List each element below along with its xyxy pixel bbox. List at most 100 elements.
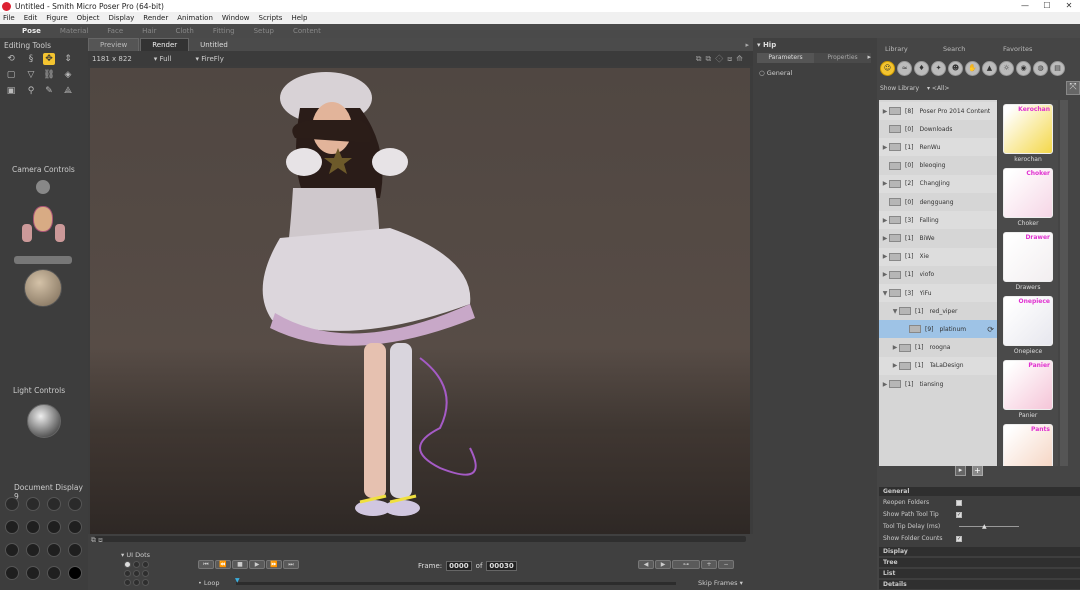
skip-frames-toggle[interactable]: Skip Frames ▾ bbox=[698, 579, 743, 587]
tab-preview[interactable]: Preview bbox=[88, 38, 140, 51]
library-thumbnail[interactable]: Choker bbox=[1003, 168, 1053, 218]
clothing-icon[interactable]: ♦ bbox=[914, 61, 929, 76]
display-style-button[interactable] bbox=[5, 520, 19, 534]
menu-edit[interactable]: Edit bbox=[24, 14, 38, 22]
display-style-button[interactable] bbox=[68, 543, 82, 557]
expand-arrow-icon[interactable]: ▶ bbox=[891, 362, 899, 369]
expand-arrow-icon[interactable]: ▶ bbox=[881, 144, 889, 151]
minimize-button[interactable]: — bbox=[1014, 0, 1036, 12]
folder-row[interactable]: [0] Downloads bbox=[879, 120, 997, 138]
selected-actor[interactable]: ▾ Hip bbox=[757, 41, 776, 49]
folder-row[interactable]: ▶ [1] roogna bbox=[879, 339, 997, 357]
expand-arrow-icon[interactable]: ▼ bbox=[881, 290, 889, 297]
figures-icon[interactable]: ☺ bbox=[880, 61, 895, 76]
morphing-tool-icon[interactable]: ✎ bbox=[43, 85, 55, 97]
expand-arrow-icon[interactable]: ▶ bbox=[881, 235, 889, 242]
close-button[interactable]: ✕ bbox=[1058, 0, 1080, 12]
slider-thumb-icon[interactable]: ▲ bbox=[982, 523, 987, 530]
folder-row[interactable]: ▶ [1] BiWe bbox=[879, 229, 997, 247]
ui-dots-toggle[interactable]: ▾ UI Dots bbox=[121, 551, 150, 559]
parameter-group-general[interactable]: ○ General bbox=[759, 69, 792, 77]
refresh-icon[interactable]: ⟳ bbox=[987, 325, 994, 334]
face-camera-icon[interactable] bbox=[33, 206, 53, 232]
menu-file[interactable]: File bbox=[3, 14, 15, 22]
expressions-icon[interactable]: ☻ bbox=[948, 61, 963, 76]
folder-nav-button[interactable]: ▸ bbox=[955, 465, 966, 476]
expand-arrow-icon[interactable]: ▶ bbox=[881, 381, 889, 388]
twist-tool-icon[interactable]: § bbox=[25, 53, 37, 65]
thumbnails-scrollbar[interactable] bbox=[1060, 100, 1068, 466]
preference-checkbox[interactable]: ✓ bbox=[956, 512, 962, 518]
view-magnifier-tool-icon[interactable]: ⚲ bbox=[25, 85, 37, 97]
display-style-button[interactable] bbox=[68, 520, 82, 534]
library-thumbnail[interactable]: Pants bbox=[1003, 424, 1053, 466]
library-pane-toggle-button[interactable]: ⤧ bbox=[1066, 81, 1080, 95]
folder-row[interactable]: [0] dengguang bbox=[879, 193, 997, 211]
right-hand-camera-icon[interactable] bbox=[55, 224, 65, 242]
menu-figure[interactable]: Figure bbox=[46, 14, 67, 22]
folder-row[interactable]: [0] bleoqing bbox=[879, 157, 997, 175]
ui-dot[interactable] bbox=[133, 561, 140, 568]
room-tab-hair[interactable]: Hair bbox=[142, 27, 156, 35]
camera-move-xz-icon[interactable] bbox=[14, 256, 72, 264]
display-style-button[interactable] bbox=[68, 497, 82, 511]
chain-break-tool-icon[interactable]: ⛓ bbox=[43, 69, 55, 81]
room-tab-material[interactable]: Material bbox=[60, 27, 88, 35]
materials-icon[interactable]: ◍ bbox=[1033, 61, 1048, 76]
display-section-header[interactable]: Display bbox=[879, 547, 1080, 556]
add-to-library-button[interactable]: + bbox=[972, 465, 983, 476]
expand-arrow-icon[interactable]: ▶ bbox=[891, 344, 899, 351]
tree-section-header[interactable]: Tree bbox=[879, 558, 1080, 567]
expand-arrow-icon[interactable]: ▶ bbox=[881, 217, 889, 224]
folder-row[interactable]: ▶ [2] ChangJing bbox=[879, 174, 997, 193]
library-thumbnail[interactable]: Onepiece bbox=[1003, 296, 1053, 346]
maximize-button[interactable]: ☐ bbox=[1036, 0, 1058, 12]
display-style-button[interactable] bbox=[47, 497, 61, 511]
color-tool-icon[interactable]: ◈ bbox=[62, 69, 74, 81]
ui-dot[interactable] bbox=[124, 579, 131, 586]
display-style-button[interactable] bbox=[5, 497, 19, 511]
folder-row[interactable]: ▶ [3] Falling bbox=[879, 211, 997, 230]
folder-row[interactable]: ▶ [1] RenWu bbox=[879, 138, 997, 157]
preference-checkbox[interactable] bbox=[956, 500, 962, 506]
menu-animation[interactable]: Animation bbox=[177, 14, 213, 22]
direct-manipulation-tool-icon[interactable]: ⟁ bbox=[62, 85, 74, 97]
display-style-button[interactable] bbox=[5, 566, 19, 580]
folder-row[interactable]: ▶ [8] Poser Pro 2014 Content bbox=[879, 102, 997, 120]
timeline-playhead-icon[interactable]: ▼ bbox=[235, 577, 240, 584]
expand-arrow-icon[interactable]: ▶ bbox=[881, 108, 889, 115]
tab-library[interactable]: Library bbox=[885, 45, 908, 53]
ui-dot[interactable] bbox=[142, 579, 149, 586]
ui-dot[interactable] bbox=[142, 561, 149, 568]
folder-row[interactable]: ▶ [1] Xie bbox=[879, 247, 997, 266]
translate-in-out-tool-icon[interactable]: ⇕ bbox=[62, 53, 74, 65]
room-tab-cloth[interactable]: Cloth bbox=[176, 27, 194, 35]
ui-dot[interactable] bbox=[124, 561, 131, 568]
scenes-icon[interactable]: ▤ bbox=[1050, 61, 1065, 76]
general-section-header[interactable]: General bbox=[879, 487, 1080, 496]
folder-row[interactable]: ▼ [1] red_viper bbox=[879, 302, 997, 320]
next-key-button[interactable]: ⏩ bbox=[266, 560, 282, 569]
display-style-button[interactable] bbox=[26, 520, 40, 534]
taper-tool-icon[interactable]: ▽ bbox=[25, 69, 37, 81]
delete-keyframe-button[interactable]: − bbox=[718, 560, 734, 569]
hands-icon[interactable]: ✋ bbox=[965, 61, 980, 76]
first-frame-button[interactable]: ⏮ bbox=[198, 560, 214, 569]
left-hand-camera-icon[interactable] bbox=[22, 224, 32, 242]
display-style-button[interactable] bbox=[47, 566, 61, 580]
render-toolbar-icons[interactable]: ⧉⧉⟐⧈⟰ bbox=[696, 54, 747, 64]
expand-arrow-icon[interactable]: ▶ bbox=[881, 271, 889, 278]
camera-trackball-icon[interactable] bbox=[24, 269, 62, 307]
lights-icon[interactable]: ☼ bbox=[999, 61, 1014, 76]
tab-favorites[interactable]: Favorites bbox=[1003, 45, 1032, 53]
tab-parameters[interactable]: Parameters bbox=[757, 53, 814, 63]
stop-button[interactable]: ■ bbox=[232, 560, 248, 569]
poses-icon[interactable]: ✦ bbox=[931, 61, 946, 76]
next-frame-button[interactable]: ▶ bbox=[655, 560, 671, 569]
current-frame-field[interactable]: 0000 bbox=[446, 561, 472, 571]
menu-object[interactable]: Object bbox=[77, 14, 100, 22]
display-style-button[interactable] bbox=[47, 520, 61, 534]
translate-tool-icon[interactable]: ✥ bbox=[43, 53, 55, 65]
folder-row[interactable]: ▼ [3] YiFu bbox=[879, 284, 997, 302]
folder-row[interactable]: [9] platinum ⟳ bbox=[879, 320, 997, 339]
